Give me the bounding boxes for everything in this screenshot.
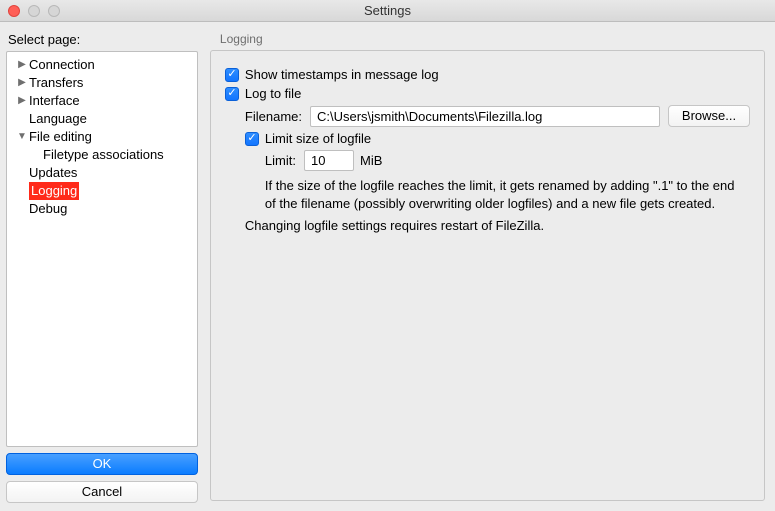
sidebar: Select page: ▶ Connection ▶ Transfers ▶ … — [0, 22, 204, 511]
help-text-limit: If the size of the logfile reaches the l… — [265, 177, 745, 212]
settings-panel: ✓ Show timestamps in message log ✓ Log t… — [210, 50, 765, 501]
tree-item-label: Debug — [29, 200, 67, 218]
checkbox-limit-size[interactable]: ✓ — [245, 132, 259, 146]
unit-mib: MiB — [360, 153, 382, 168]
page-tree[interactable]: ▶ Connection ▶ Transfers ▶ Interface Lan… — [6, 51, 198, 447]
tree-item-label: Connection — [29, 56, 95, 74]
cancel-button[interactable]: Cancel — [6, 481, 198, 503]
row-filename: Filename: Browse... — [245, 105, 750, 127]
checkbox-show-timestamps[interactable]: ✓ — [225, 68, 239, 82]
main-panel: Logging ✓ Show timestamps in message log… — [204, 22, 775, 511]
label-limit-size: Limit size of logfile — [265, 131, 371, 146]
tree-item-filetype-associations[interactable]: Filetype associations — [9, 146, 195, 164]
label-show-timestamps: Show timestamps in message log — [245, 67, 439, 82]
ok-button[interactable]: OK — [6, 453, 198, 475]
tree-item-label: Interface — [29, 92, 80, 110]
row-limit-value: Limit: MiB — [265, 150, 750, 171]
sidebar-heading: Select page: — [8, 32, 198, 47]
chevron-right-icon[interactable]: ▶ — [15, 74, 29, 92]
tree-item-file-editing[interactable]: ▼ File editing — [9, 128, 195, 146]
row-show-timestamps: ✓ Show timestamps in message log — [225, 67, 750, 82]
browse-button[interactable]: Browse... — [668, 105, 750, 127]
row-limit-size: ✓ Limit size of logfile — [245, 131, 750, 146]
label-filename: Filename: — [245, 109, 302, 124]
chevron-down-icon[interactable]: ▼ — [15, 128, 29, 146]
tree-item-label: Updates — [29, 164, 77, 182]
checkbox-log-to-file[interactable]: ✓ — [225, 87, 239, 101]
section-title: Logging — [220, 32, 765, 46]
limit-input[interactable] — [304, 150, 354, 171]
tree-item-interface[interactable]: ▶ Interface — [9, 92, 195, 110]
window-title: Settings — [0, 3, 775, 18]
tree-item-label: File editing — [29, 128, 92, 146]
label-log-to-file: Log to file — [245, 86, 301, 101]
help-text-restart: Changing logfile settings requires resta… — [245, 218, 750, 233]
tree-item-updates[interactable]: Updates — [9, 164, 195, 182]
tree-item-debug[interactable]: Debug — [9, 200, 195, 218]
tree-item-label: Language — [29, 110, 87, 128]
tree-item-connection[interactable]: ▶ Connection — [9, 56, 195, 74]
row-log-to-file: ✓ Log to file — [225, 86, 750, 101]
filename-input[interactable] — [310, 106, 660, 127]
tree-item-logging[interactable]: Logging — [9, 182, 195, 200]
tree-item-language[interactable]: Language — [9, 110, 195, 128]
tree-item-transfers[interactable]: ▶ Transfers — [9, 74, 195, 92]
tree-item-label: Logging — [29, 182, 79, 200]
tree-item-label: Transfers — [29, 74, 83, 92]
tree-item-label: Filetype associations — [43, 146, 164, 164]
chevron-right-icon[interactable]: ▶ — [15, 92, 29, 110]
titlebar: Settings — [0, 0, 775, 22]
label-limit: Limit: — [265, 153, 296, 168]
chevron-right-icon[interactable]: ▶ — [15, 56, 29, 74]
